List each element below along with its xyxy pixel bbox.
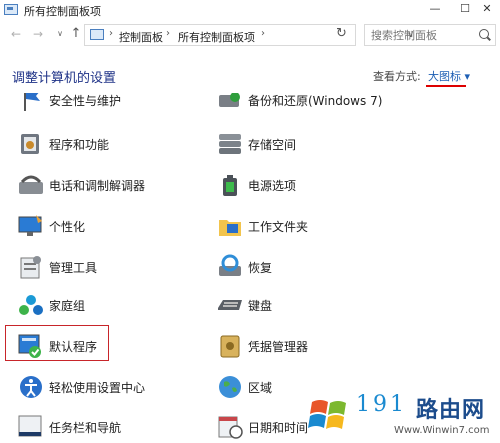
breadcrumb-separator[interactable]: › <box>109 28 113 39</box>
item-label: 管理工具 <box>49 261 98 275</box>
item-homegroup[interactable]: 家庭组 <box>16 290 216 324</box>
control-panel-icon <box>4 4 18 15</box>
item-label: 家庭组 <box>49 299 86 313</box>
power-icon <box>223 175 237 196</box>
ease-of-access-icon <box>20 376 42 398</box>
search-box[interactable] <box>364 24 496 46</box>
item-security-maintenance[interactable]: 安全性与维护 <box>16 93 216 112</box>
item-label: 轻松使用设置中心 <box>49 381 146 395</box>
personalization-icon <box>18 215 42 236</box>
credential-icon <box>220 335 240 358</box>
item-work-folders[interactable]: 工作文件夹 <box>215 211 415 245</box>
item-label: 电话和调制解调器 <box>49 179 146 193</box>
recovery-icon <box>219 254 241 276</box>
item-credential-manager[interactable]: 凭据管理器 <box>215 331 415 365</box>
item-storage-spaces[interactable]: 存储空间 <box>215 129 415 163</box>
item-label: 个性化 <box>49 220 86 234</box>
item-label: 安全性与维护 <box>49 94 122 108</box>
programs-icon <box>21 134 39 154</box>
item-label: 日期和时间 <box>248 421 309 435</box>
item-label: 任务栏和导航 <box>49 421 122 435</box>
page-title: 调整计算机的设置 <box>12 71 117 86</box>
minimize-button[interactable]: — <box>420 0 450 20</box>
item-admin-tools[interactable]: 管理工具 <box>16 252 216 286</box>
breadcrumb-separator[interactable]: › <box>261 28 265 39</box>
item-phone-modem[interactable]: 电话和调制解调器 <box>16 170 216 204</box>
item-label: 工作文件夹 <box>248 220 309 234</box>
back-button[interactable]: ← <box>8 26 24 42</box>
watermark-text: 路由网 <box>416 398 486 423</box>
work-folders-icon <box>219 220 241 236</box>
breadcrumb-separator[interactable]: › <box>166 28 170 39</box>
view-by-label: 查看方式: <box>373 70 421 83</box>
item-label: 键盘 <box>248 299 273 313</box>
item-personalization[interactable]: 个性化 <box>16 211 216 245</box>
item-label: 电源选项 <box>248 179 297 193</box>
item-label: 备份和还原(Windows 7) <box>248 94 383 108</box>
item-programs-features[interactable]: 程序和功能 <box>16 129 216 163</box>
backup-icon <box>219 93 240 107</box>
item-label: 凭据管理器 <box>248 340 309 354</box>
close-button[interactable]: ✕ <box>472 0 500 20</box>
item-label: 区域 <box>248 381 273 395</box>
up-button[interactable]: ↑ <box>68 26 84 42</box>
item-label: 恢复 <box>248 261 273 275</box>
breadcrumb-control-panel[interactable]: 控制面板 <box>119 29 163 45</box>
phone-modem-icon <box>19 175 43 194</box>
datetime-icon <box>218 416 243 439</box>
item-label: 程序和功能 <box>49 138 110 152</box>
breadcrumb-all-items[interactable]: 所有控制面板项 <box>178 29 255 45</box>
address-bar[interactable]: › 控制面板 › 所有控制面板项 › ∨ <box>84 24 414 46</box>
navigation-bar: ← → ∨ ↑ › 控制面板 › 所有控制面板项 › ∨ ↻ <box>0 22 500 48</box>
default-programs-icon <box>18 334 41 358</box>
control-panel-icon <box>90 29 104 40</box>
watermark-number: 191 <box>356 392 407 417</box>
region-icon <box>219 376 241 398</box>
item-keyboard[interactable]: 键盘 <box>215 290 415 324</box>
watermark-url: Www.Winwin7.com <box>394 425 490 436</box>
taskbar-icon <box>18 415 42 437</box>
refresh-button[interactable]: ↻ <box>336 26 347 41</box>
window-title: 所有控制面板项 <box>24 5 101 18</box>
title-bar: 所有控制面板项 — ☐ ✕ <box>0 0 500 20</box>
view-by-underline <box>426 85 466 87</box>
recent-locations-button[interactable]: ∨ <box>52 26 68 42</box>
view-by-dropdown[interactable]: 大图标 ▾ <box>428 68 470 84</box>
search-input[interactable] <box>371 28 475 42</box>
storage-icon <box>219 134 241 154</box>
item-label: 存储空间 <box>248 138 297 152</box>
keyboard-icon <box>218 300 242 310</box>
item-default-programs[interactable]: 默认程序 <box>16 331 216 365</box>
homegroup-icon <box>19 295 43 315</box>
forward-button[interactable]: → <box>30 26 46 42</box>
item-ease-of-access[interactable]: 轻松使用设置中心 <box>16 372 216 406</box>
item-taskbar-navigation[interactable]: 任务栏和导航 <box>16 412 216 443</box>
flag-icon <box>24 93 40 111</box>
item-recovery[interactable]: 恢复 <box>215 252 415 286</box>
item-power-options[interactable]: 电源选项 <box>215 170 415 204</box>
item-backup-restore[interactable]: 备份和还原(Windows 7) <box>215 93 415 112</box>
search-icon[interactable] <box>479 29 489 39</box>
windows-logo-icon <box>308 400 346 429</box>
item-label: 默认程序 <box>49 340 98 354</box>
watermark: 191 路由网 Www.Winwin7.com <box>304 386 500 443</box>
admin-tools-icon <box>20 256 41 279</box>
